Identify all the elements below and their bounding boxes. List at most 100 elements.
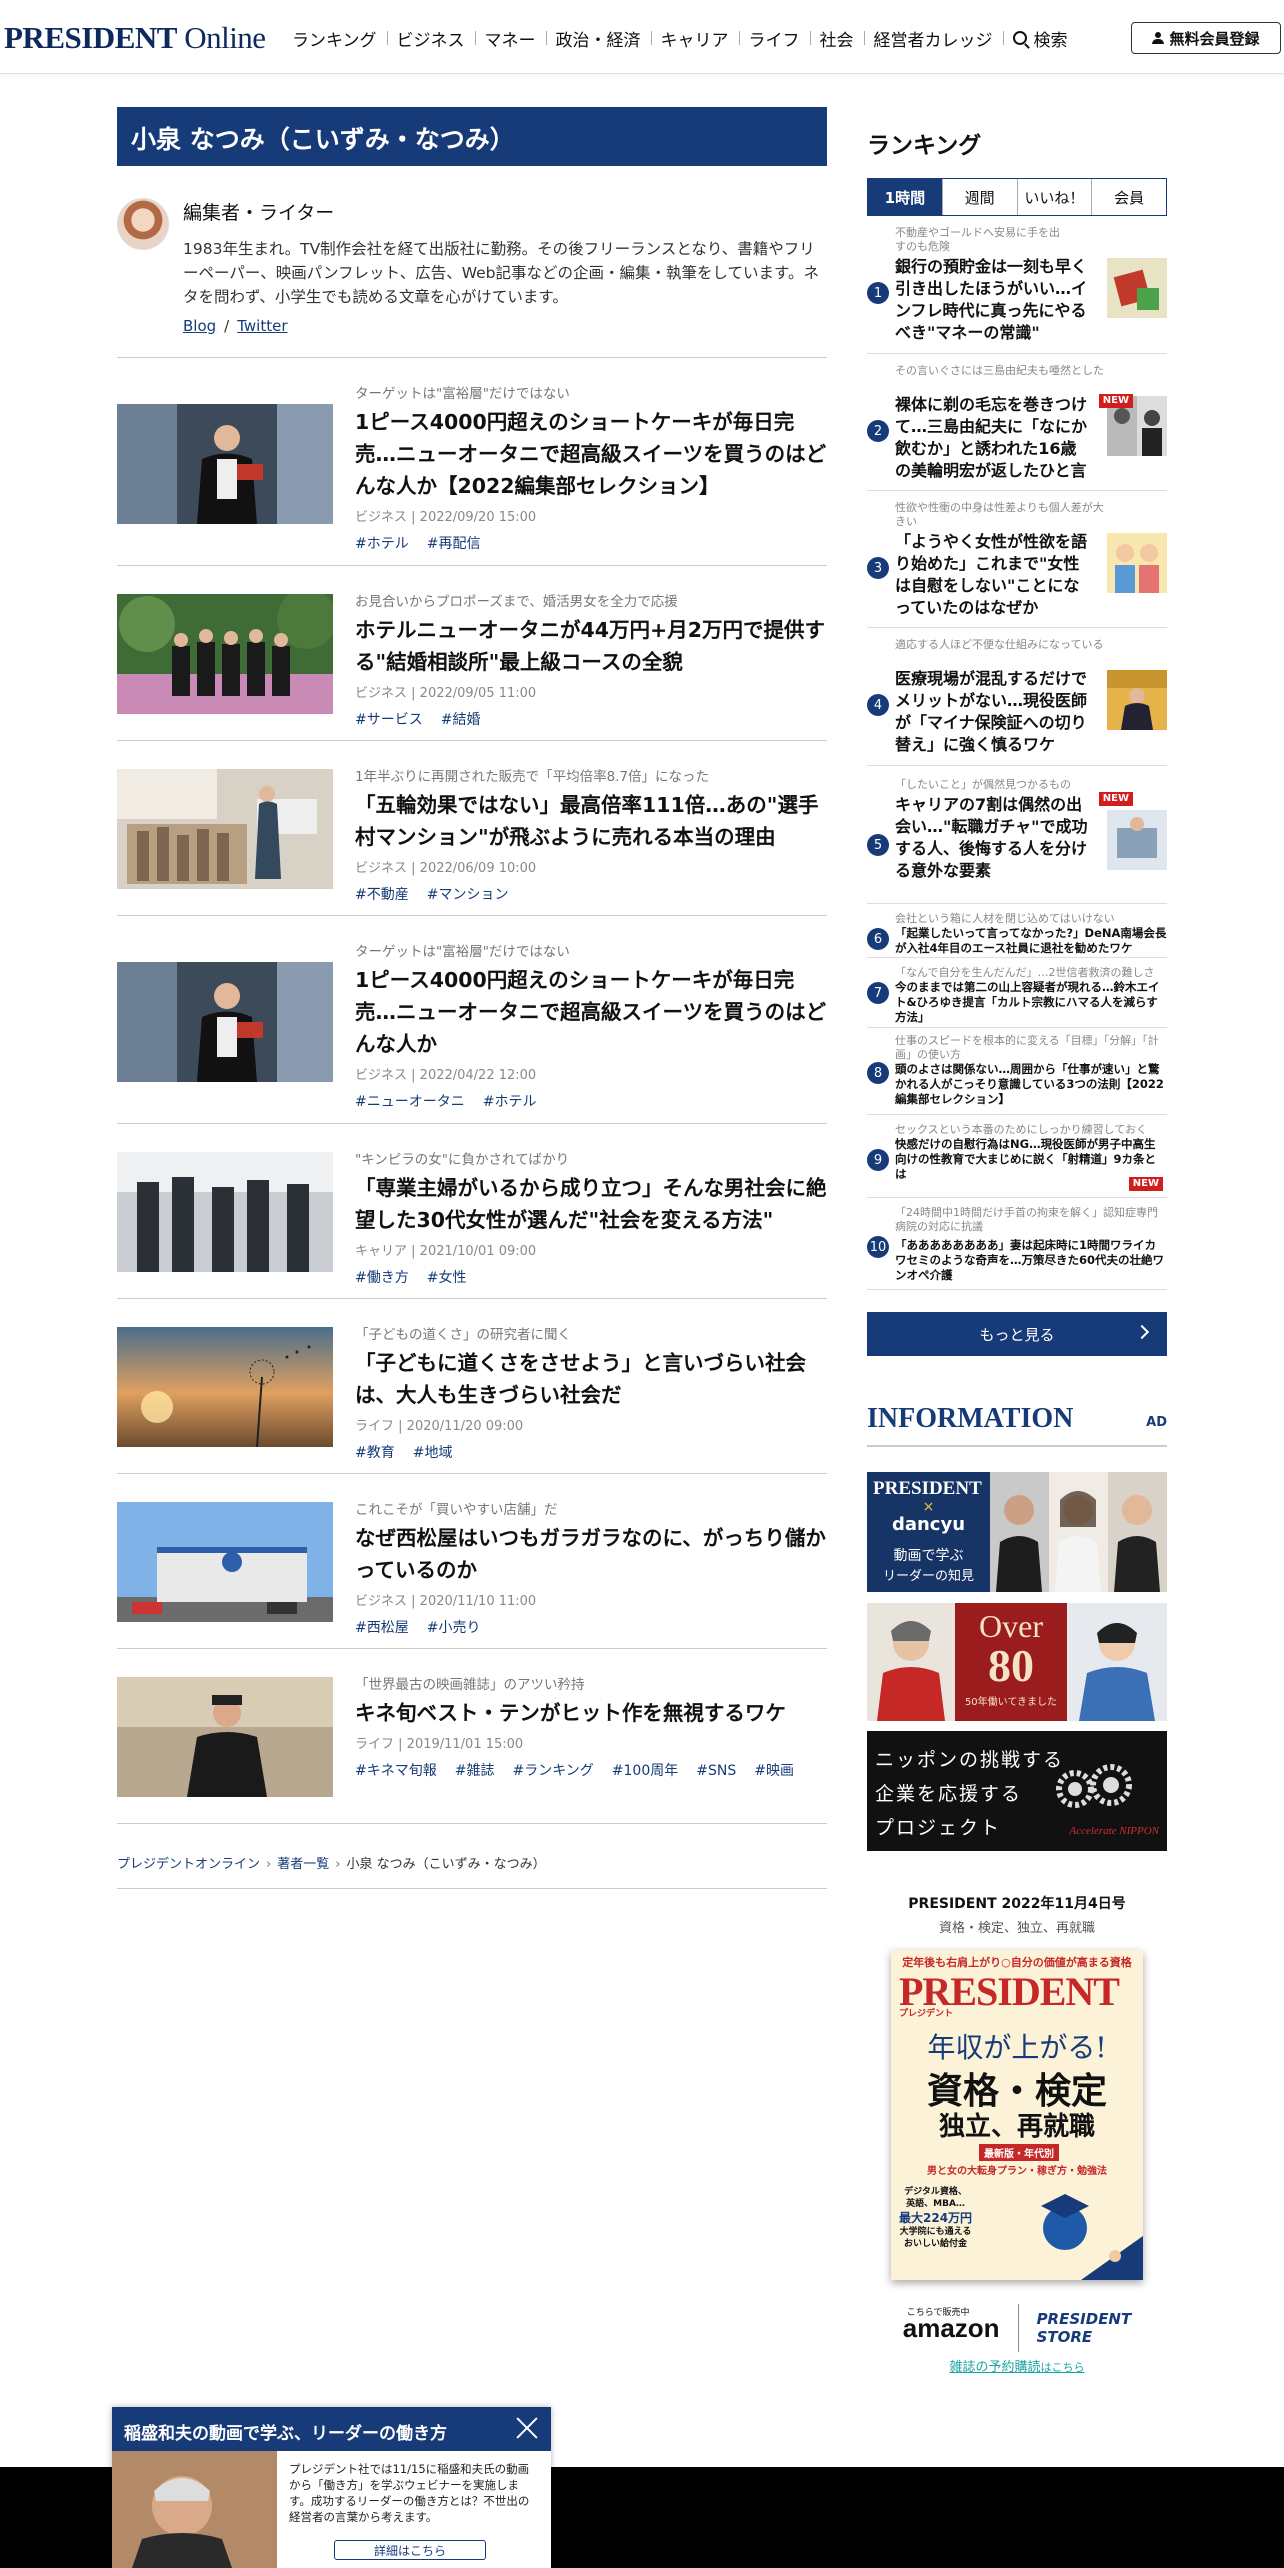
article-item[interactable]: お見合いからプロポーズまで、婚活男女を全力で応援 ホテルニューオータニが44万円… <box>117 566 827 741</box>
tag-link[interactable]: #西松屋 <box>355 1620 409 1636</box>
tab-1hour[interactable]: 1時間 <box>868 179 942 215</box>
popup-details-button[interactable]: 詳細はこちら <box>334 2540 486 2560</box>
nav-society[interactable]: 社会 <box>809 26 864 51</box>
nav-executive-college[interactable]: 経営者カレッジ <box>863 26 1003 51</box>
tag-link[interactable]: #サービス <box>355 712 423 728</box>
breadcrumb-home[interactable]: プレジデントオンライン <box>117 1857 260 1872</box>
article-item[interactable]: 「世界最古の映画雑誌」のアツい矜持 キネ旬ベスト・テンがヒット作を無視するワケ … <box>117 1649 827 1824</box>
ranking-item[interactable]: 4 適応する人ほど不便な仕組みになっている 医療現場が混乱するだけでメリットがな… <box>867 628 1167 766</box>
ranking-item[interactable]: 6 会社という箱に人材を閉じ込めてはいけない 「起業したいって言ってなかった?」… <box>867 904 1167 958</box>
amazon-store-link[interactable]: こちらで販売中 amazon <box>903 2307 1000 2344</box>
rank-thumbnail[interactable] <box>1107 670 1167 730</box>
article-thumbnail[interactable] <box>117 1677 333 1797</box>
ranking-item[interactable]: 7 「なんで自分を生んだんだ」…2世信者救済の難しさ 今のままでは第二の山上容疑… <box>867 958 1167 1028</box>
tag-link[interactable]: #ホテル <box>483 1094 537 1110</box>
article-thumbnail[interactable] <box>117 404 333 524</box>
article-title[interactable]: キネ旬ベスト・テンがヒット作を無視するワケ <box>355 1697 827 1729</box>
tag-link[interactable]: #働き方 <box>355 1270 409 1286</box>
tag-link[interactable]: #ホテル <box>355 536 409 552</box>
register-button[interactable]: 無料会員登録 <box>1131 22 1281 54</box>
nav-search[interactable]: 検索 <box>1002 26 1078 51</box>
article-thumbnail[interactable] <box>117 594 333 714</box>
article-thumbnail[interactable] <box>117 962 333 1082</box>
author-twitter-link[interactable]: Twitter <box>237 317 287 335</box>
article-item[interactable]: 「子どもの道くさ」の研究者に聞く 「子どもに道くさをさせよう」と言いづらい社会は… <box>117 1299 827 1474</box>
nav-politics-economy[interactable]: 政治・経済 <box>545 26 651 51</box>
article-title[interactable]: ホテルニューオータニが44万円+月2万円で提供する"結婚相談所"最上級コースの全… <box>355 614 827 678</box>
promo-over80-banner[interactable]: Over 80 50年働いてきました <box>867 1603 1167 1721</box>
promo-dancyu-banner[interactable]: PRESIDENT × dancyu 動画で学ぶ リーダーの知見 <box>867 1472 1167 1592</box>
rank-title[interactable]: 「起業したいって言ってなかった?」DeNA南場会長が入社4年目のエース社員に退社… <box>895 926 1167 956</box>
tag-link[interactable]: #教育 <box>355 1445 395 1461</box>
ranking-item[interactable]: 9 セックスという本番のためにしっかり練習しておく 快感だけの自慰行為はNG…現… <box>867 1115 1167 1198</box>
rank-title[interactable]: 今のままでは第二の山上容疑者が現れる…鈴木エイト&ひろゆき提言「カルト宗教にハマ… <box>895 980 1167 1025</box>
article-title[interactable]: 「子どもに道くさをさせよう」と言いづらい社会は、大人も生きづらい社会だ <box>355 1347 827 1411</box>
tag-link[interactable]: #ニューオータニ <box>355 1094 465 1110</box>
magazine-cover[interactable]: 定年後も右肩上がり○自分の価値が高まる資格 PRESIDENT プレジデント 年… <box>891 1950 1143 2280</box>
tag-link[interactable]: #地域 <box>413 1445 453 1461</box>
tag-link[interactable]: #100周年 <box>612 1763 678 1779</box>
article-thumbnail[interactable] <box>117 1502 333 1622</box>
rank-thumbnail[interactable] <box>1107 258 1167 318</box>
rank-title[interactable]: キャリアの7割は偶然の出会い…"転職ガチャ"で成功する人、後悔する人を分ける意外… <box>895 794 1090 882</box>
rank-title[interactable]: 頭のよさは関係ない…周囲から「仕事が速い」と驚かれる人がこっそり意識している3つ… <box>895 1062 1167 1107</box>
article-item[interactable]: これこそが「買いやすい店舗」だ なぜ西松屋はいつもガラガラなのに、がっちり儲かっ… <box>117 1474 827 1649</box>
nav-money[interactable]: マネー <box>474 26 546 51</box>
article-title[interactable]: 「五輪効果ではない」最高倍率111倍…あの"選手村マンション"が飛ぶように売れる… <box>355 789 827 853</box>
tag-link[interactable]: #キネマ旬報 <box>355 1763 437 1779</box>
tag-link[interactable]: #女性 <box>427 1270 467 1286</box>
article-kicker: 「世界最古の映画雑誌」のアツい矜持 <box>355 1677 585 1693</box>
article-item[interactable]: 1年半ぶりに再開された販売で「平均倍率8.7倍」になった 「五輪効果ではない」最… <box>117 741 827 916</box>
rank-title[interactable]: 銀行の預貯金は一刻も早く引き出したほうがいい…インフレ時代に真っ先にやるべき"マ… <box>895 256 1090 344</box>
tab-members[interactable]: 会員 <box>1091 179 1166 215</box>
ranking-item[interactable]: 1 不動産やゴールドへ安易に手を出すのも危険 銀行の預貯金は一刻も早く引き出した… <box>867 216 1167 354</box>
nav-business[interactable]: ビジネス <box>386 26 475 51</box>
article-thumbnail[interactable] <box>117 769 333 889</box>
ranking-item[interactable]: 2 その言いぐさには三島由紀夫も唖然とした 裸体に剃の毛忘を巻きつけて…三島由紀… <box>867 354 1167 491</box>
rank-title[interactable]: 裸体に剃の毛忘を巻きつけて…三島由紀夫に「なにか飲むか」と誘われた16歳の美輪明… <box>895 394 1090 482</box>
rank-title[interactable]: 快感だけの自慰行為はNG…現役医師が男子中高生向けの性教育で大まじめに説く「射精… <box>895 1137 1167 1182</box>
ranking-item[interactable]: 10 「24時間中1時間だけ手首の拘束を解く」認知症専門病院の対応に抗議 「ああ… <box>867 1198 1167 1290</box>
article-thumbnail[interactable] <box>117 1152 333 1272</box>
tab-likes[interactable]: いいね！ <box>1016 179 1092 215</box>
article-item[interactable]: "キンピラの女"に負かされてばかり 「専業主婦がいるから成り立つ」そんな男社会に… <box>117 1124 827 1299</box>
ranking-item[interactable]: 5 「したいこと」が偶然見つかるもの キャリアの7割は偶然の出会い…"転職ガチャ… <box>867 766 1167 904</box>
subscribe-link[interactable]: 雑誌の予約購読はこちら <box>949 2360 1084 2375</box>
article-kicker: ターゲットは"富裕層"だけではない <box>355 386 570 402</box>
rank-title[interactable]: 医療現場が混乱するだけでメリットがない…現役医師が「マイナ保険証への切り替え」に… <box>895 668 1090 756</box>
rank-title[interactable]: 「ああああああああ」妻は起床時に1時間ワライカワセミのような奇声を…万策尽きた6… <box>895 1238 1167 1283</box>
rank-thumbnail[interactable] <box>1107 810 1167 870</box>
article-tags: #キネマ旬報 #雑誌 #ランキング #100周年 #SNS #映画 <box>355 1760 827 1780</box>
article-thumbnail[interactable] <box>117 1327 333 1447</box>
close-icon[interactable] <box>515 2416 539 2440</box>
president-store-link[interactable]: PRESIDENT STORE <box>1037 2310 1132 2346</box>
breadcrumb-author-list[interactable]: 著者一覧 <box>277 1857 329 1872</box>
article-item[interactable]: ターゲットは"富裕層"だけではない 1ピース4000円超えのショートケーキが毎日… <box>117 916 827 1124</box>
ranking-item[interactable]: 8 仕事のスピードを根本的に変える「目標」「分解」「計画」の使い方 頭のよさは関… <box>867 1028 1167 1115</box>
tag-link[interactable]: #SNS <box>696 1763 736 1779</box>
tag-link[interactable]: #不動産 <box>355 887 409 903</box>
promo-accelerate-nippon-banner[interactable]: ニッポンの挑戦する 企業を応援する プロジェクト Accelerate NIPP… <box>867 1731 1167 1851</box>
nav-career[interactable]: キャリア <box>650 26 739 51</box>
article-title[interactable]: なぜ西松屋はいつもガラガラなのに、がっちり儲かっているのか <box>355 1522 827 1586</box>
tag-link[interactable]: #小売り <box>427 1620 481 1636</box>
rank-title[interactable]: 「ようやく女性が性欲を語り始めた」これまで"女性は自慰をしない"ことになっていた… <box>895 531 1090 619</box>
tag-link[interactable]: #マンション <box>427 887 509 903</box>
tag-link[interactable]: #結婚 <box>441 712 481 728</box>
nav-ranking[interactable]: ランキング <box>282 26 387 51</box>
author-blog-link[interactable]: Blog <box>183 317 216 335</box>
tag-link[interactable]: #再配信 <box>427 536 481 552</box>
tag-link[interactable]: #ランキング <box>512 1763 593 1779</box>
ranking-more-button[interactable]: もっと見る <box>867 1312 1167 1356</box>
article-title[interactable]: 1ピース4000円超えのショートケーキが毎日完売…ニューオータニで超高級スイーツ… <box>355 964 827 1060</box>
tag-link[interactable]: #雑誌 <box>455 1763 495 1779</box>
article-title[interactable]: 「専業主婦がいるから成り立つ」そんな男社会に絶望した30代女性が選んだ"社会を変… <box>355 1172 827 1236</box>
nav-life[interactable]: ライフ <box>738 26 810 51</box>
article-title[interactable]: 1ピース4000円超えのショートケーキが毎日完売…ニューオータニで超高級スイーツ… <box>355 406 827 502</box>
ranking-item[interactable]: 3 性欲や性衝の中身は性差よりも個人差が大きい 「ようやく女性が性欲を語り始めた… <box>867 491 1167 628</box>
site-logo[interactable]: PRESIDENT Online <box>4 20 266 56</box>
article-item[interactable]: ターゲットは"富裕層"だけではない 1ピース4000円超えのショートケーキが毎日… <box>117 358 827 566</box>
rank-thumbnail[interactable] <box>1107 533 1167 593</box>
tag-link[interactable]: #映画 <box>754 1763 794 1779</box>
tab-weekly[interactable]: 週間 <box>941 179 1017 215</box>
